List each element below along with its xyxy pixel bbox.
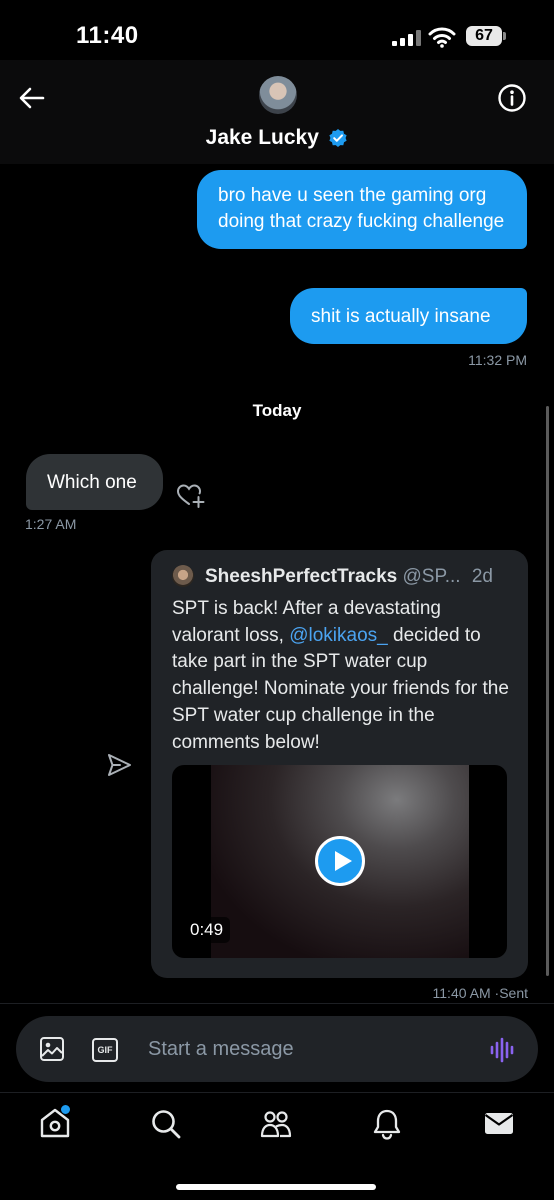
scrollbar[interactable] [546,406,549,976]
home-indicator[interactable] [176,1184,376,1190]
post-date: 2d [471,566,493,587]
message-timestamp: 11:32 PM [468,352,527,368]
wifi-icon [428,27,456,48]
post-author-handle: @SP... [402,566,461,587]
post-mention-link[interactable]: @lokikaos_ [289,625,388,646]
post-text: SPT is back! After a devastating valoran… [172,596,512,756]
battery-indicator: 67 [466,26,502,46]
sent-time: 11:40 AM [432,985,491,1001]
outgoing-message-bubble[interactable]: shit is actually insane [290,288,527,344]
video-duration: 0:49 [183,917,231,943]
composer-divider [0,1003,554,1004]
post-header: SheeshPerfectTracks @SP... 2d [205,566,510,588]
sent-label: ·Sent [494,985,528,1001]
share-icon[interactable] [106,752,132,778]
voice-message-icon[interactable] [489,1036,515,1064]
add-reaction-heart-icon[interactable] [176,482,206,510]
contact-name-text: Jake Lucky [205,126,319,149]
communities-icon[interactable] [259,1107,293,1141]
post-author-name: SheeshPerfectTracks [205,566,398,587]
messages-icon[interactable] [482,1106,516,1140]
image-icon[interactable] [39,1036,65,1062]
message-timestamp: 1:27 AM [25,516,77,532]
back-arrow-icon[interactable] [16,82,48,114]
gif-icon[interactable]: GIF [92,1038,118,1062]
status-time: 11:40 [76,22,139,49]
message-input[interactable] [148,1034,468,1064]
search-icon[interactable] [149,1107,183,1141]
battery-nub [503,32,506,40]
sent-status: 11:40 AM ·Sent [433,985,528,1001]
outgoing-message-bubble[interactable]: bro have u seen the gaming org doing tha… [197,170,527,249]
post-author-avatar [172,565,194,587]
date-divider: Today [252,401,302,420]
contact-avatar[interactable] [259,76,297,114]
verified-badge-icon [329,129,347,147]
incoming-message-bubble[interactable]: Which one [26,454,163,510]
notifications-icon[interactable] [370,1107,404,1141]
cellular-signal-icon [392,30,422,46]
notification-dot [60,1104,71,1115]
contact-name[interactable]: Jake Lucky [0,126,554,150]
info-icon[interactable] [496,82,528,114]
play-button[interactable] [315,836,365,886]
tabbar-divider [0,1092,554,1093]
